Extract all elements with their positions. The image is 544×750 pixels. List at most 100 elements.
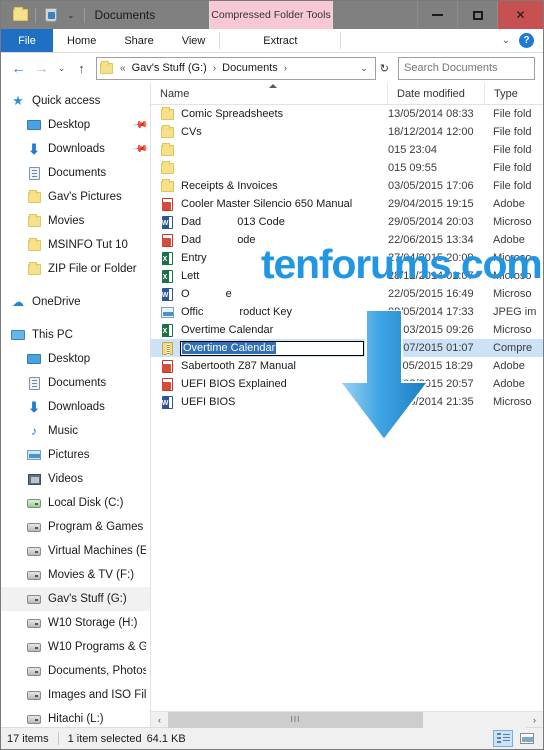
recent-locations-button[interactable]: ⌄	[53, 57, 70, 80]
sidebar-item-videos[interactable]: Videos	[1, 467, 150, 491]
large-icons-view-button[interactable]	[517, 730, 537, 747]
file-name-cell[interactable]: Dad 013 Code	[151, 215, 387, 229]
column-header-name[interactable]: Name	[151, 83, 387, 104]
sidebar-item-documents-photos[interactable]: Documents, Photos	[1, 659, 150, 683]
table-row[interactable]: CVs 18/12/2014 12:00 File fold	[151, 123, 543, 141]
file-name-cell[interactable]	[151, 161, 387, 175]
minimize-button[interactable]	[417, 1, 457, 29]
search-input[interactable]	[404, 62, 544, 74]
file-name-cell[interactable]: Cooler Master Silencio 650 Manual	[151, 197, 387, 211]
scroll-right-button[interactable]: ›	[526, 712, 543, 728]
file-name-cell[interactable]: Receipts & Invoices	[151, 179, 387, 193]
chevron-down-icon[interactable]: ⌄	[502, 35, 510, 46]
file-name-cell[interactable]: UEFI BIOS Explained	[151, 377, 387, 391]
table-row[interactable]: 015 23:04 File fold	[151, 141, 543, 159]
breadcrumb-overflow[interactable]: «	[117, 63, 129, 74]
sidebar-item-downloads[interactable]: ⬇ Downloads	[1, 395, 150, 419]
file-name-cell[interactable]: Oe	[151, 287, 387, 301]
sidebar-item-documents[interactable]: Documents	[1, 161, 150, 185]
sidebar-item-desktop[interactable]: Desktop 📌	[1, 113, 150, 137]
file-name-cell[interactable]: Comic Spreadsheets	[151, 107, 387, 121]
table-row[interactable]: Lett 28/12/2014 01:07 Microso	[151, 267, 543, 285]
tab-share[interactable]: Share	[110, 29, 167, 52]
table-row[interactable]: Offic roduct Key 08/05/2014 17:33 JPEG im	[151, 303, 543, 321]
sidebar-item-onedrive[interactable]: ☁ OneDrive	[1, 290, 150, 314]
up-button[interactable]: ↑	[70, 57, 93, 80]
customize-chevron-icon[interactable]: ⌄	[62, 10, 80, 21]
scroll-left-button[interactable]: ‹	[151, 712, 168, 728]
details-view-button[interactable]	[493, 730, 513, 747]
sidebar-item-images-and-iso-file[interactable]: Images and ISO File	[1, 683, 150, 707]
table-row[interactable]: Overtime Calendar 12/07/2015 01:07 Compre	[151, 339, 543, 357]
breadcrumb-item-drive[interactable]: Gav's Stuff (G:)	[132, 62, 207, 74]
table-row[interactable]: Receipts & Invoices 03/05/2015 17:06 File …	[151, 177, 543, 195]
rename-input[interactable]: Overtime Calendar	[180, 340, 365, 356]
sidebar-item-virtual-machines-e[interactable]: Virtual Machines (E:	[1, 539, 150, 563]
table-row[interactable]: Sabertooth Z87 Manual 11/05/2015 18:29 Ado…	[151, 357, 543, 375]
file-name-cell[interactable]: Dad ode	[151, 233, 387, 247]
sidebar-item-local-disk-c[interactable]: Local Disk (C:)	[1, 491, 150, 515]
table-row[interactable]: Dad ode 22/06/2015 13:34 Adobe	[151, 231, 543, 249]
table-row[interactable]: Oe22/05/2015 16:49Microso	[151, 285, 543, 303]
contextual-tab-compressed-folder-tools[interactable]: Compressed Folder Tools	[209, 1, 333, 29]
file-name-cell[interactable]: Sabertooth Z87 Manual	[151, 359, 387, 373]
sidebar-item-music[interactable]: ♪ Music	[1, 419, 150, 443]
table-row[interactable]: UEFI BIOS 25/06/2014 21:35 Microso	[151, 393, 543, 411]
table-row[interactable]: Entry 27/04/2015 20:09 Microso	[151, 249, 543, 267]
tab-home[interactable]: Home	[53, 29, 110, 52]
forward-button[interactable]: →	[30, 57, 53, 80]
sidebar-item-documents[interactable]: Documents	[1, 371, 150, 395]
pin-icon[interactable]: 📌	[131, 141, 148, 157]
sidebar-item-desktop[interactable]: Desktop	[1, 347, 150, 371]
sidebar-item-movies[interactable]: Movies	[1, 209, 150, 233]
address-breadcrumb-field[interactable]: « Gav's Stuff (G:) › Documents › ⌄	[96, 56, 376, 80]
tab-file[interactable]: File	[1, 29, 53, 52]
properties-icon[interactable]	[40, 4, 62, 26]
file-name-cell[interactable]: Overtime Calendar	[151, 323, 387, 337]
search-box[interactable]	[398, 56, 544, 80]
tab-extract[interactable]: Extract	[220, 29, 340, 52]
sidebar-item-w10-storage-h[interactable]: W10 Storage (H:)	[1, 611, 150, 635]
sidebar-item-gav-s-pictures[interactable]: Gav's Pictures	[1, 185, 150, 209]
column-header-type[interactable]: Type	[484, 83, 543, 104]
sidebar-item-msinfo-tut-10[interactable]: MSINFO Tut 10	[1, 233, 150, 257]
sidebar-item-w10-programs-g[interactable]: W10 Programs & G	[1, 635, 150, 659]
help-icon[interactable]: ?	[519, 33, 534, 48]
maximize-button[interactable]	[457, 1, 497, 29]
breadcrumb-separator[interactable]: ›	[210, 63, 219, 74]
tab-view[interactable]: View	[168, 29, 220, 52]
table-row[interactable]: 015 09:55 File fold	[151, 159, 543, 177]
column-header-date-modified[interactable]: Date modified	[387, 83, 484, 104]
sidebar-item-pictures[interactable]: Pictures	[1, 443, 150, 467]
back-button[interactable]: ←	[7, 57, 30, 80]
file-name-cell[interactable]: Offic roduct Key	[151, 305, 387, 319]
horizontal-scrollbar[interactable]: ‹ III ›	[151, 711, 543, 728]
table-row[interactable]: Comic Spreadsheets 13/05/2014 08:33 File f…	[151, 105, 543, 123]
close-button[interactable]: ✕	[497, 1, 543, 29]
refresh-button[interactable]: ↻	[376, 62, 393, 75]
file-name-cell[interactable]	[151, 143, 387, 157]
sidebar-item-movies-tv-f[interactable]: Movies & TV (F:)	[1, 563, 150, 587]
scroll-thumb[interactable]: III	[168, 711, 423, 728]
table-row[interactable]: Overtime Calendar 22/03/2015 09:26 Microso	[151, 321, 543, 339]
pin-icon[interactable]: 📌	[131, 117, 148, 133]
breadcrumb-item-documents[interactable]: Documents	[222, 62, 278, 74]
table-row[interactable]: Cooler Master Silencio 650 Manual 29/04/2…	[151, 195, 543, 213]
sidebar-item-hitachi-l[interactable]: Hitachi (L:)	[1, 707, 150, 727]
file-name-cell[interactable]: Lett	[151, 269, 387, 283]
breadcrumb-separator[interactable]: ›	[281, 63, 290, 74]
sidebar-item-gav-s-stuff-g[interactable]: Gav's Stuff (G:)	[1, 587, 150, 611]
file-name-cell[interactable]: CVs	[151, 125, 387, 139]
sidebar-item-zip-file-or-folder[interactable]: ZIP File or Folder	[1, 257, 150, 281]
file-name-cell[interactable]: Entry	[151, 251, 387, 265]
file-name-cell[interactable]: UEFI BIOS	[151, 395, 387, 409]
chevron-down-icon[interactable]: ⌄	[355, 63, 373, 74]
table-row[interactable]: Dad 013 Code 29/05/2014 20:03 Microso	[151, 213, 543, 231]
sidebar-item-this-pc[interactable]: This PC	[1, 323, 150, 347]
sidebar-item-downloads[interactable]: ⬇ Downloads 📌	[1, 137, 150, 161]
file-name-cell[interactable]: Overtime Calendar	[151, 340, 387, 356]
sidebar-item-quick-access[interactable]: ★ Quick access	[1, 89, 150, 113]
sidebar-item-program-games[interactable]: Program & Games (	[1, 515, 150, 539]
scroll-track[interactable]: III	[168, 711, 526, 728]
table-row[interactable]: UEFI BIOS Explained 27/03/2015 20:57 Adobe	[151, 375, 543, 393]
